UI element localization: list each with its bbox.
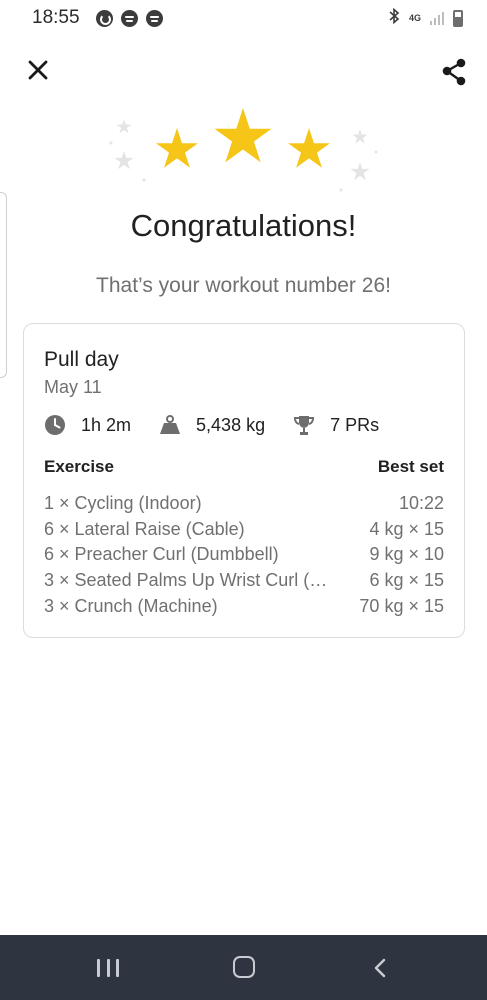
star-icon bbox=[214, 108, 272, 163]
back-icon bbox=[374, 958, 386, 978]
signal-icon bbox=[430, 11, 444, 25]
table-row: 6 × Lateral Raise (Cable) 4 kg × 15 bbox=[44, 519, 444, 545]
workout-stats: 1h 2m 5,438 kg 7 PRs bbox=[44, 410, 407, 440]
share-button[interactable] bbox=[438, 56, 470, 88]
exercise-name: 6 × Lateral Raise (Cable) bbox=[44, 518, 245, 539]
best-set-value: 4 kg × 15 bbox=[369, 518, 444, 539]
status-bar: 18:55 4G bbox=[0, 0, 487, 36]
sparkle-dot bbox=[109, 141, 113, 145]
exercise-name: 1 × Cycling (Indoor) bbox=[44, 493, 202, 513]
sparkle-dot bbox=[374, 150, 378, 154]
small-star-icon bbox=[114, 151, 134, 170]
volume-value: 5,438 kg bbox=[196, 414, 266, 435]
table-row: 3 × Seated Palms Up Wrist Curl (… 6 kg ×… bbox=[44, 570, 444, 596]
system-nav-bar bbox=[0, 935, 487, 1000]
recent-apps-icon bbox=[97, 959, 100, 977]
recent-apps-button[interactable] bbox=[97, 959, 119, 977]
duration-stat: 1h 2m bbox=[44, 414, 131, 436]
small-star-icon bbox=[352, 129, 368, 144]
workout-number-subtitle: That’s your workout number 26! bbox=[96, 274, 391, 297]
exercise-column-header: Exercise bbox=[44, 457, 114, 476]
sparkle-dot bbox=[339, 188, 343, 192]
battery-icon bbox=[453, 9, 463, 27]
best-set-value: 70 kg × 15 bbox=[359, 595, 444, 616]
close-icon bbox=[28, 60, 48, 80]
best-set-value: 9 kg × 10 bbox=[369, 544, 444, 565]
small-star-icon bbox=[116, 119, 132, 134]
share-icon bbox=[442, 58, 466, 86]
best-set-column-header: Best set bbox=[377, 457, 444, 476]
exercise-name: 3 × Crunch (Machine) bbox=[44, 595, 218, 616]
duration-value: 1h 2m bbox=[81, 414, 132, 435]
best-set-value: 10:22 bbox=[398, 493, 444, 513]
workout-summary-card[interactable]: Pull day May 11 1h 2m 5,438 kg 7 PRs Exe… bbox=[23, 323, 465, 638]
exercise-table-header: Exercise Best set bbox=[44, 457, 444, 477]
prs-stat: 7 PRs bbox=[293, 414, 379, 436]
workout-date: May 11 bbox=[44, 377, 102, 397]
exercise-list: 1 × Cycling (Indoor) 10:22 6 × Lateral R… bbox=[44, 493, 444, 621]
close-button[interactable] bbox=[24, 56, 52, 84]
small-star-icon bbox=[350, 162, 370, 181]
table-row: 1 × Cycling (Indoor) 10:22 bbox=[44, 493, 444, 519]
congratulations-title: Congratulations! bbox=[130, 208, 357, 243]
workout-title: Pull day bbox=[44, 348, 119, 371]
status-icons: 4G bbox=[388, 7, 463, 28]
spotify-icon bbox=[145, 9, 163, 27]
star-icon bbox=[288, 128, 330, 168]
network-type-label: 4G bbox=[408, 13, 421, 23]
stars-celebration bbox=[109, 108, 378, 192]
trophy-icon bbox=[294, 416, 315, 435]
home-button[interactable] bbox=[233, 956, 255, 978]
volume-stat: 5,438 kg bbox=[159, 414, 265, 436]
bluetooth-icon bbox=[388, 7, 400, 28]
spotify-icon bbox=[120, 9, 138, 27]
clock-icon bbox=[45, 415, 65, 435]
star-icon bbox=[156, 128, 198, 168]
weight-icon bbox=[160, 415, 181, 434]
sparkle-dot bbox=[142, 178, 146, 182]
status-time: 18:55 bbox=[32, 7, 80, 28]
best-set-value: 6 kg × 15 bbox=[369, 570, 444, 591]
table-row: 3 × Crunch (Machine) 70 kg × 15 bbox=[44, 596, 444, 622]
sync-app-icon bbox=[95, 9, 113, 27]
table-row: 6 × Preacher Curl (Dumbbell) 9 kg × 10 bbox=[44, 544, 444, 570]
exercise-name: 3 × Seated Palms Up Wrist Curl (… bbox=[44, 570, 328, 591]
prs-value: 7 PRs bbox=[330, 414, 380, 435]
exercise-name: 6 × Preacher Curl (Dumbbell) bbox=[44, 544, 279, 565]
back-button[interactable] bbox=[370, 957, 390, 979]
